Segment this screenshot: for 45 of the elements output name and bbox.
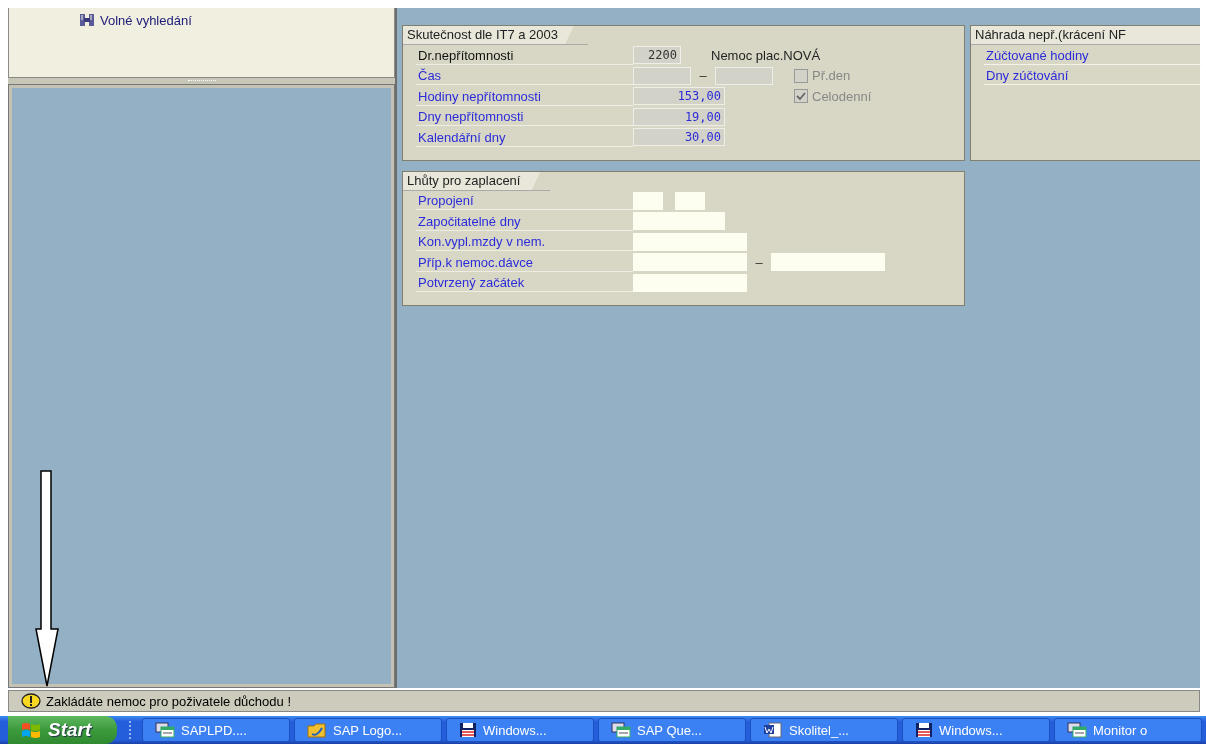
tree-item[interactable]: Volné vyhledání (100, 12, 192, 28)
field-label: Zúčtované hodiny (984, 45, 1201, 65)
toolbar-grip-icon (127, 720, 132, 740)
taskbar-button[interactable]: Monitor o (1054, 718, 1202, 742)
input-field[interactable]: 30,00 (633, 128, 725, 147)
binoculars-icon (79, 13, 95, 27)
field-label: Hodiny nepřítomnosti (416, 86, 633, 106)
checkbox-label: Př.den (812, 68, 851, 84)
window-icon (1067, 722, 1087, 738)
field-description: Nemoc plac.NOVÁ (711, 47, 821, 63)
field-label: Propojení (416, 191, 633, 211)
checkbox-label: Celodenní (812, 88, 872, 104)
input-field[interactable]: 2200 (633, 46, 681, 65)
folder-icon (307, 722, 327, 738)
range-dash: – (698, 68, 708, 84)
input-field[interactable] (715, 66, 773, 85)
input-field[interactable]: 153,00 (633, 87, 725, 106)
start-button[interactable]: Start (8, 716, 118, 744)
taskbar-button[interactable]: Windows... (446, 718, 594, 742)
status-message: Zakládáte nemoc pro poživatele důchodu ! (46, 693, 291, 709)
field-label: Započitatelné dny (416, 211, 633, 231)
window-icon (611, 722, 631, 738)
taskbar-button[interactable]: Skolitel_... (750, 718, 898, 742)
group-title: Lhůty pro zaplacení (403, 171, 551, 191)
taskbar-button[interactable]: SAPLPD.... (142, 718, 290, 742)
range-dash: – (754, 254, 764, 270)
field-label: Dny nepřítomnosti (416, 107, 633, 127)
input-field[interactable]: 19,00 (633, 107, 725, 126)
field-label: Příp.k nemoc.dávce (416, 252, 633, 272)
taskbar-button[interactable]: SAP Que... (598, 718, 746, 742)
taskbar-button[interactable]: Windows... (902, 718, 1050, 742)
windows-logo-icon (20, 721, 42, 739)
field-label: Kon.vypl.mzdy v nem. (416, 232, 633, 252)
taskbar-button[interactable]: SAP Logo... (294, 718, 442, 742)
field-label: Potvrzený začátek (416, 273, 633, 293)
group-title: Skutečnost dle IT7 a 2003 (403, 26, 589, 45)
field-label: Čas (416, 66, 633, 86)
splitter-handle[interactable] (8, 78, 395, 85)
field-label: Dr.nepřítomnosti (416, 45, 633, 65)
window-icon (155, 722, 175, 738)
field-label: Kalendářní dny (416, 127, 633, 147)
input-field[interactable] (633, 66, 691, 85)
group-title: Náhrada nepř.(krácení NF (971, 26, 1200, 45)
field-label: Dny zúčtování (984, 66, 1201, 86)
document-icon (763, 722, 783, 738)
